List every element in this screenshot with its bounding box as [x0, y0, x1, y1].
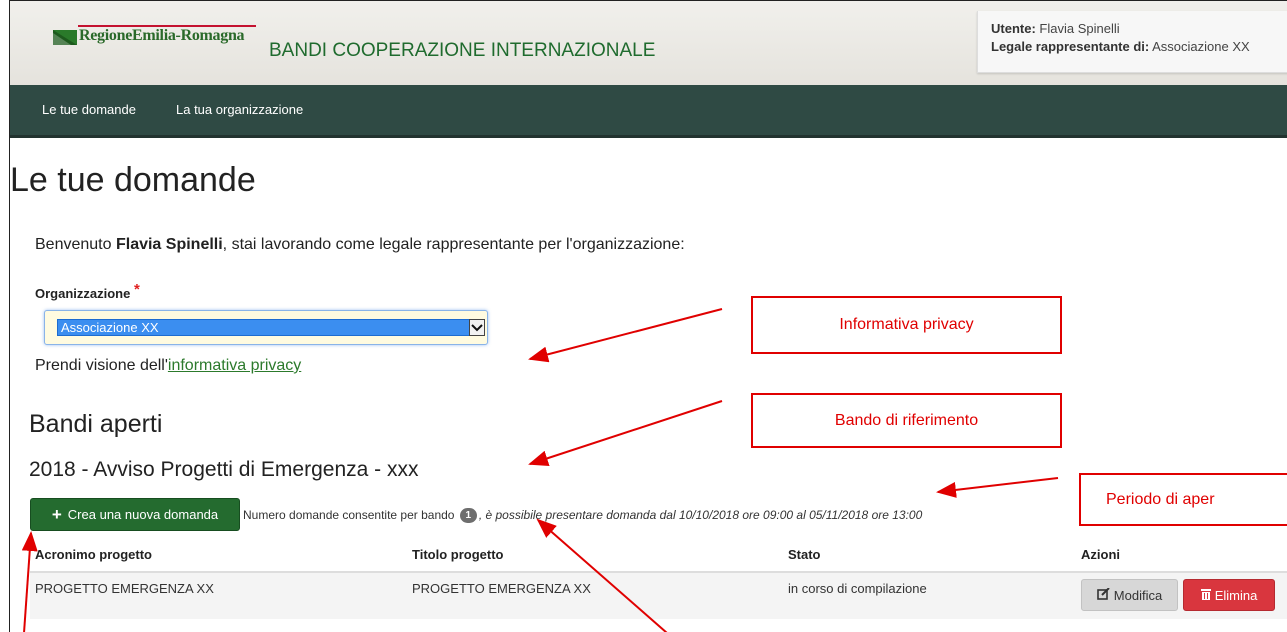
- arrow-privacy: [528, 308, 723, 363]
- arrow-periodo: [936, 477, 1059, 498]
- app-frame: RegioneEmilia-Romagna BANDI COOPERAZIONE…: [9, 0, 1287, 632]
- arrow-badge: [536, 518, 668, 632]
- arrow-bando: [528, 400, 723, 466]
- annotation-arrows: [21, 308, 1059, 632]
- arrow-new-button: [21, 531, 38, 632]
